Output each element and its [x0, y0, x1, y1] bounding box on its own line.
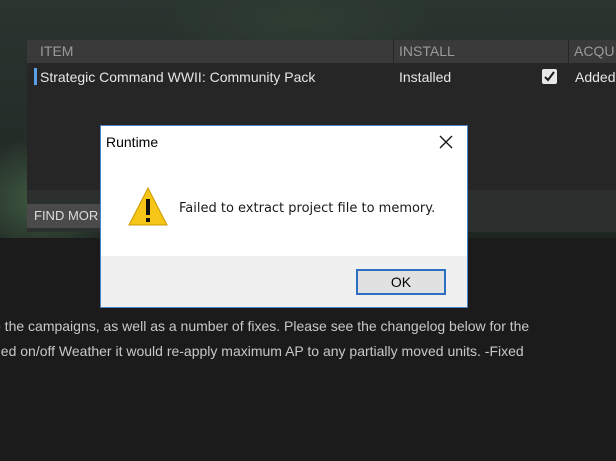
description-line-2: ned on/off Weather it would re-apply max…	[0, 343, 616, 359]
close-icon[interactable]	[439, 135, 453, 149]
runtime-dialog: Runtime Failed to extract project file t…	[100, 125, 468, 308]
description-line-1: o the campaigns, as well as a number of …	[0, 318, 616, 334]
row-install-status: Installed	[399, 69, 452, 85]
dialog-footer: OK	[101, 256, 467, 307]
table-header: ITEM INSTALL ACQU	[27, 40, 616, 63]
row-acquired: Added	[575, 69, 616, 85]
warning-icon	[128, 186, 168, 226]
row-item-name: Strategic Command WWII: Community Pack	[40, 69, 316, 85]
dialog-message: Failed to extract project file to memory…	[179, 201, 436, 216]
table-row[interactable]: Strategic Command WWII: Community Pack I…	[27, 64, 616, 90]
column-divider	[393, 40, 394, 63]
column-divider	[568, 40, 569, 63]
checkmark-icon	[544, 71, 555, 82]
header-item[interactable]: ITEM	[40, 43, 73, 59]
description-text: o the campaigns, as well as a number of …	[0, 318, 530, 334]
dialog-title: Runtime	[106, 134, 159, 150]
description-text: ned on/off Weather it would re-apply max…	[0, 343, 524, 359]
row-accent-bar	[34, 68, 37, 85]
header-install[interactable]: INSTALL	[399, 43, 455, 59]
ok-button[interactable]: OK	[356, 269, 446, 295]
install-checkbox[interactable]	[542, 69, 557, 84]
header-acquired[interactable]: ACQU	[574, 43, 614, 59]
